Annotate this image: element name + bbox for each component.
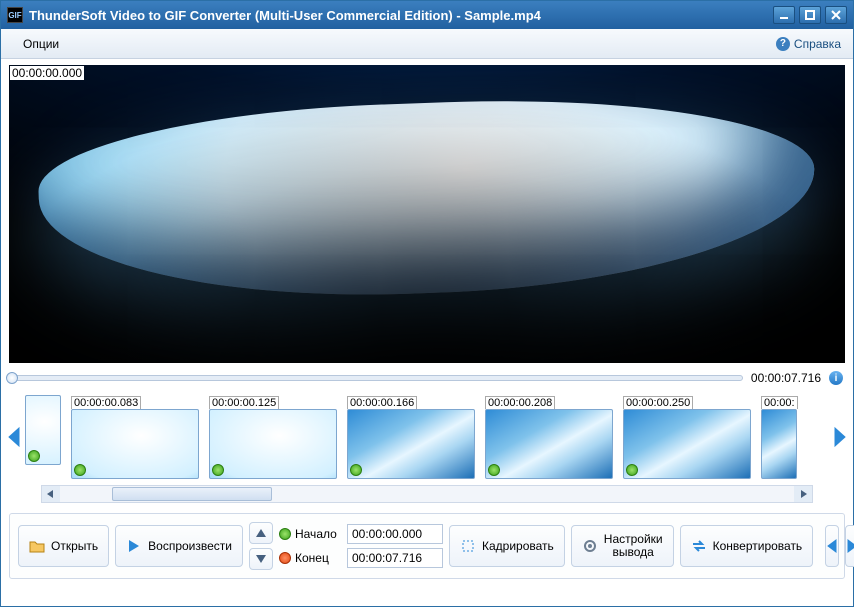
frame-timestamp: 00:00:00.208 bbox=[485, 396, 555, 409]
help-icon: ? bbox=[776, 37, 790, 51]
help-link[interactable]: ? Справка bbox=[776, 37, 841, 51]
open-label: Открыть bbox=[51, 539, 98, 553]
frame-timestamp: 00:00:00.166 bbox=[347, 396, 417, 409]
frame-timestamp: 00:00:00.125 bbox=[209, 396, 279, 409]
open-button[interactable]: Открыть bbox=[18, 525, 109, 567]
scrollbar-thumb[interactable] bbox=[112, 487, 272, 501]
scroll-left-arrow[interactable] bbox=[42, 486, 60, 502]
titlebar: GIF ThunderSoft Video to GIF Converter (… bbox=[1, 1, 853, 29]
output-label-line1: Настройки bbox=[604, 532, 663, 546]
mark-icon bbox=[626, 464, 638, 476]
filmstrip-frame-partial[interactable] bbox=[25, 395, 61, 465]
play-skip-up-button[interactable] bbox=[249, 522, 273, 544]
bottom-toolbar: Открыть Воспроизвести Начало bbox=[9, 513, 845, 579]
window-minimize-button[interactable] bbox=[773, 6, 795, 24]
app-icon: GIF bbox=[7, 7, 23, 23]
mark-icon bbox=[212, 464, 224, 476]
start-marker-icon bbox=[279, 528, 291, 540]
window-close-button[interactable] bbox=[825, 6, 847, 24]
window-maximize-button[interactable] bbox=[799, 6, 821, 24]
seek-slider[interactable] bbox=[11, 375, 743, 381]
preview-timestamp: 00:00:00.000 bbox=[10, 66, 84, 80]
crop-label: Кадрировать bbox=[482, 539, 554, 553]
frame-timestamp: 00:00:00.250 bbox=[623, 396, 693, 409]
range-column: Начало Конец bbox=[279, 524, 443, 568]
seek-row: 00:00:07.716 i bbox=[11, 369, 843, 387]
folder-icon bbox=[29, 538, 45, 554]
filmstrip-frame[interactable]: 00:00:00.083 bbox=[71, 395, 199, 479]
play-label: Воспроизвести bbox=[148, 539, 232, 553]
end-label: Конец bbox=[295, 551, 343, 565]
app-window: GIF ThunderSoft Video to GIF Converter (… bbox=[0, 0, 854, 607]
output-settings-button[interactable]: Настройки вывода bbox=[571, 525, 674, 567]
play-skip-column bbox=[249, 522, 273, 570]
convert-label: Конвертировать bbox=[713, 539, 803, 553]
seek-handle[interactable] bbox=[6, 372, 18, 384]
gear-icon bbox=[582, 538, 598, 554]
info-icon[interactable]: i bbox=[829, 371, 843, 385]
start-row: Начало bbox=[279, 524, 443, 544]
window-title: ThunderSoft Video to GIF Converter (Mult… bbox=[29, 8, 541, 23]
convert-button[interactable]: Конвертировать bbox=[680, 525, 814, 567]
end-row: Конец bbox=[279, 548, 443, 568]
convert-icon bbox=[691, 538, 707, 554]
end-marker-icon bbox=[279, 552, 291, 564]
play-skip-down-button[interactable] bbox=[249, 548, 273, 570]
mark-icon bbox=[28, 450, 40, 462]
frame-timestamp: 00:00: bbox=[761, 396, 798, 409]
start-label: Начало bbox=[295, 527, 343, 541]
next-file-button[interactable] bbox=[845, 525, 854, 567]
filmstrip-frame[interactable]: 00:00:00.208 bbox=[485, 395, 613, 479]
filmstrip: 00:00:00.083 00:00:00.125 00:00:00.166 0… bbox=[5, 395, 849, 479]
crop-icon bbox=[460, 538, 476, 554]
prev-file-button[interactable] bbox=[825, 525, 839, 567]
scroll-right-arrow[interactable] bbox=[794, 486, 812, 502]
output-label-line2: вывода bbox=[613, 545, 654, 559]
filmstrip-viewport[interactable]: 00:00:00.083 00:00:00.125 00:00:00.166 0… bbox=[25, 395, 829, 479]
mark-icon bbox=[350, 464, 362, 476]
mark-icon bbox=[488, 464, 500, 476]
filmstrip-next-button[interactable] bbox=[831, 400, 849, 474]
filmstrip-frame-partial[interactable]: 00:00: bbox=[761, 395, 797, 479]
filmstrip-prev-button[interactable] bbox=[5, 400, 23, 474]
video-preview[interactable]: 00:00:00.000 bbox=[9, 65, 845, 363]
end-time-input[interactable] bbox=[347, 548, 443, 568]
play-button[interactable]: Воспроизвести bbox=[115, 525, 243, 567]
crop-button[interactable]: Кадрировать bbox=[449, 525, 565, 567]
seek-duration: 00:00:07.716 bbox=[751, 371, 821, 385]
start-time-input[interactable] bbox=[347, 524, 443, 544]
menu-options[interactable]: Опции bbox=[13, 32, 69, 56]
filmstrip-frame[interactable]: 00:00:00.125 bbox=[209, 395, 337, 479]
mark-icon bbox=[74, 464, 86, 476]
play-icon bbox=[126, 538, 142, 554]
filmstrip-frame[interactable]: 00:00:00.166 bbox=[347, 395, 475, 479]
preview-frame-image bbox=[9, 65, 845, 363]
filmstrip-frame[interactable]: 00:00:00.250 bbox=[623, 395, 751, 479]
filmstrip-scrollbar[interactable] bbox=[41, 485, 813, 503]
help-label: Справка bbox=[794, 37, 841, 51]
frame-timestamp: 00:00:00.083 bbox=[71, 396, 141, 409]
menubar: Опции ? Справка bbox=[1, 29, 853, 59]
